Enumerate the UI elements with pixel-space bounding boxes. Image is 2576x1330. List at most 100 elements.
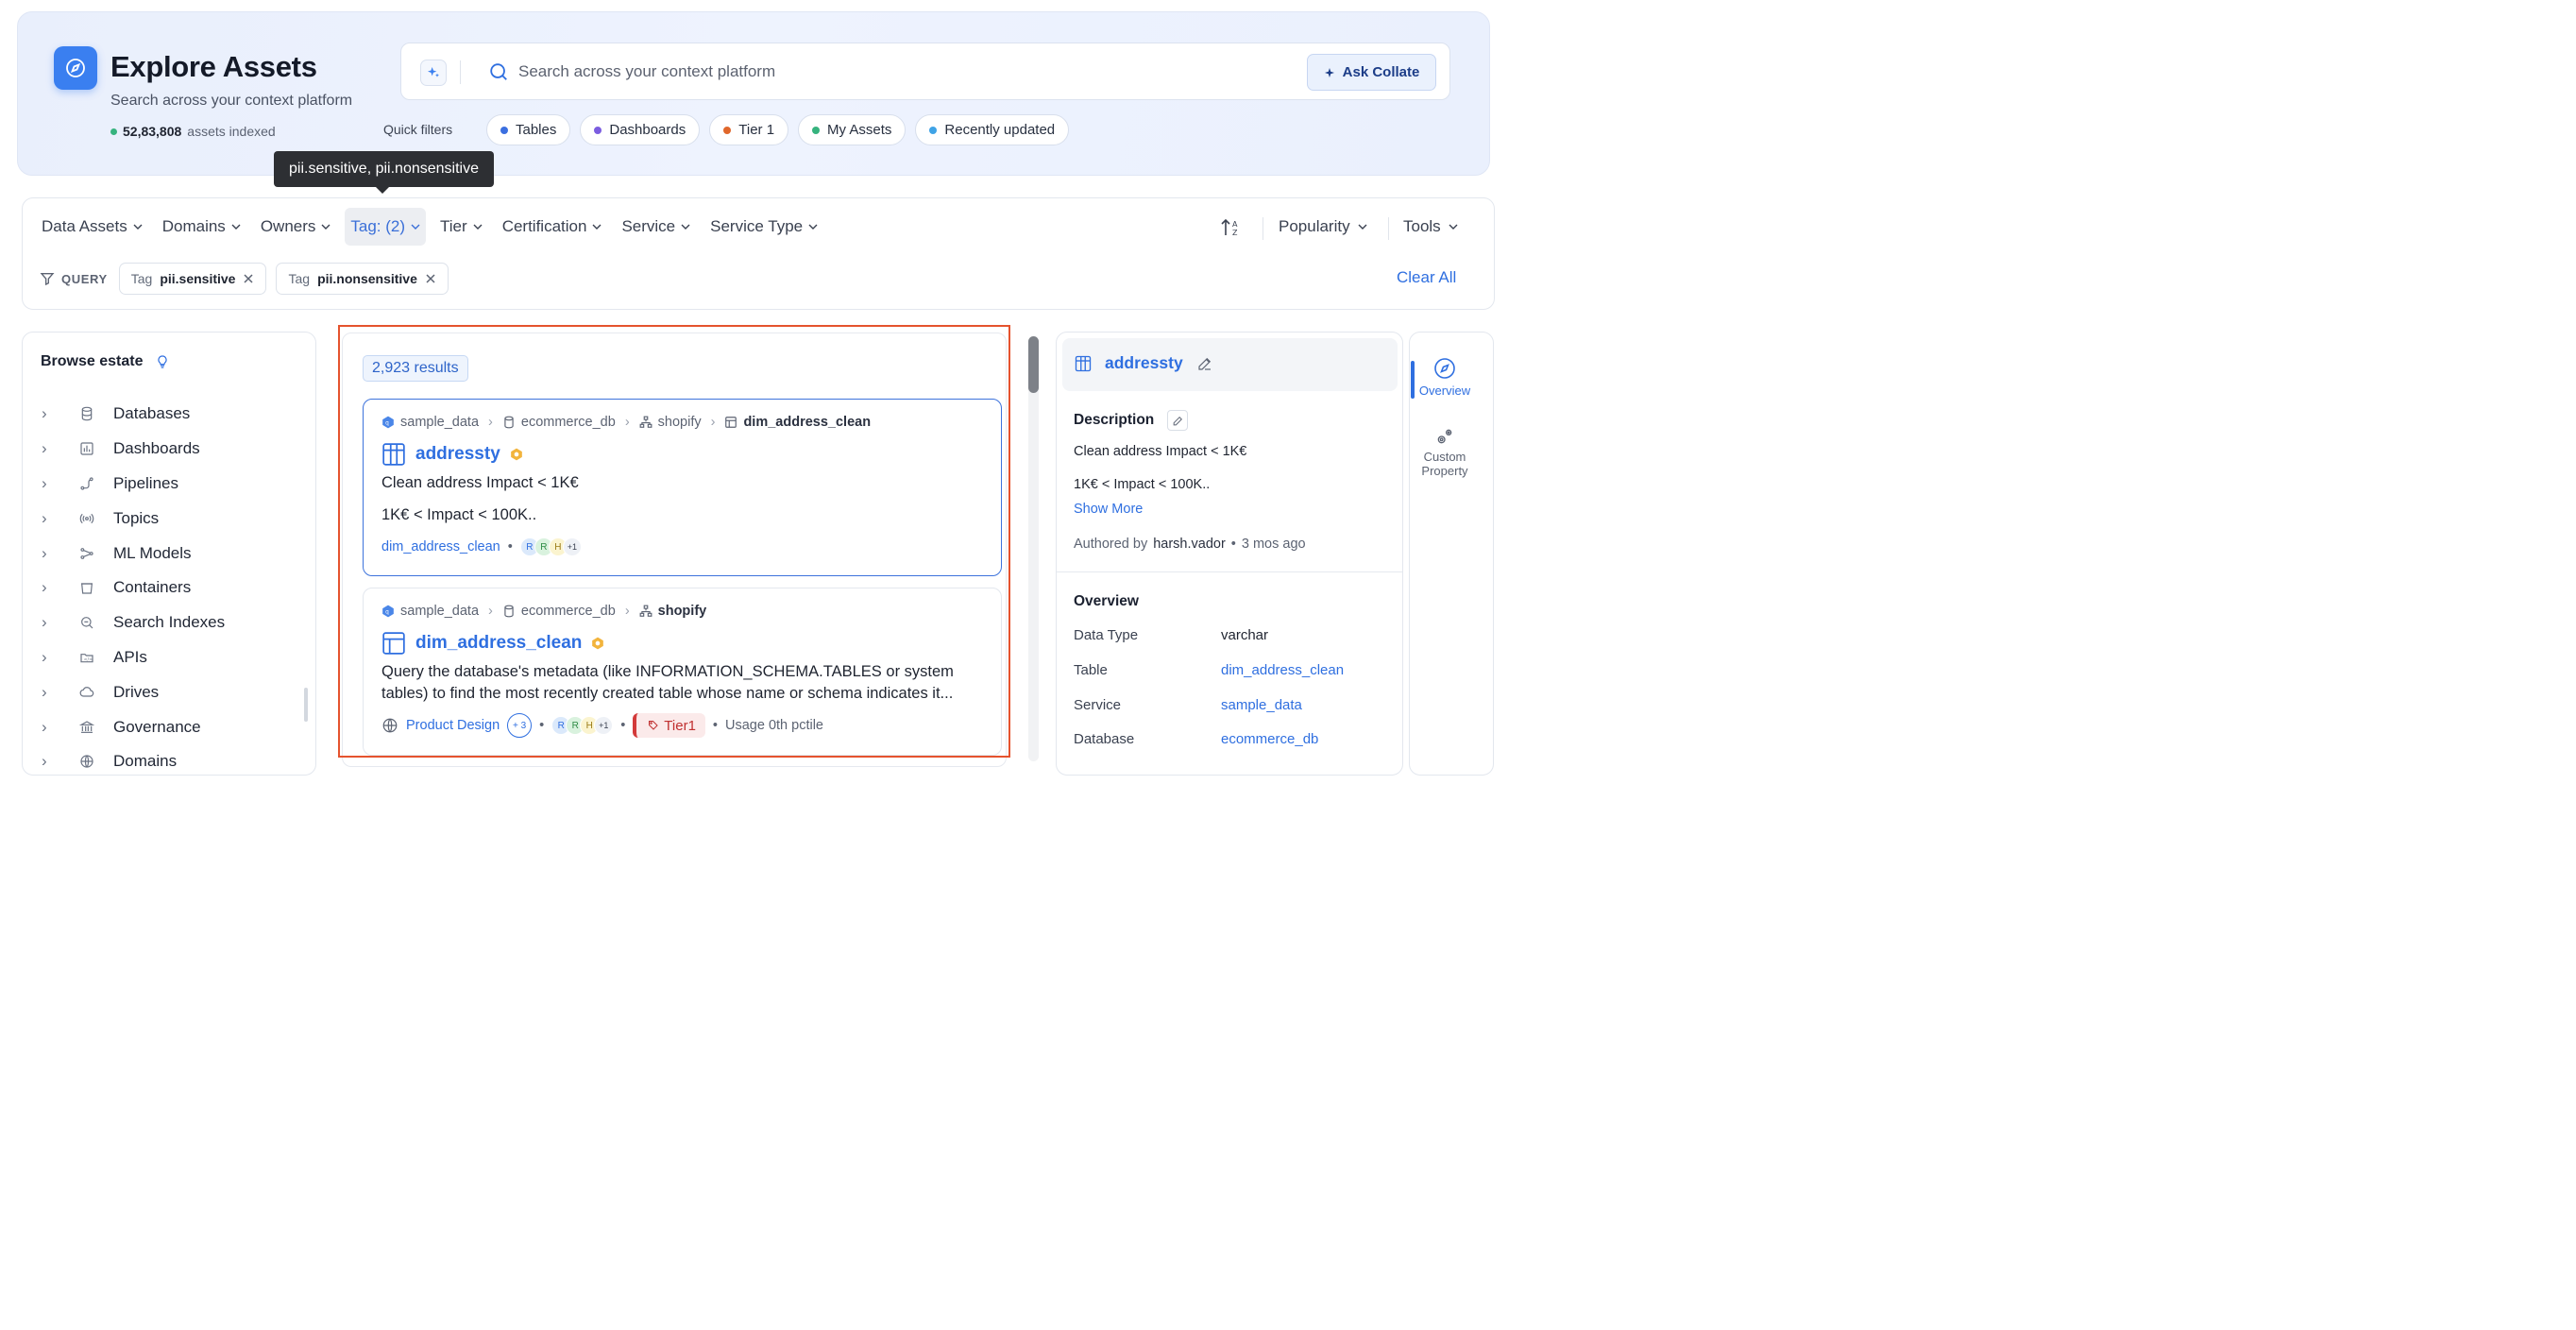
- column-icon: [382, 443, 405, 466]
- property-value[interactable]: sample_data: [1221, 697, 1302, 713]
- quick-filter-my-assets[interactable]: My Assets: [798, 114, 907, 145]
- crumb[interactable]: shopify: [658, 604, 707, 619]
- filter-data-assets[interactable]: Data Assets: [36, 208, 148, 246]
- tier-badge[interactable]: Tier1: [633, 713, 705, 738]
- show-more-link[interactable]: Show More: [1074, 502, 1143, 517]
- tree-item-topics[interactable]: › Topics: [42, 501, 225, 536]
- domain-link[interactable]: Product Design: [406, 718, 500, 733]
- chevron-right-icon[interactable]: ›: [42, 648, 60, 667]
- details-title-text[interactable]: addressty: [1105, 353, 1183, 373]
- tree-item-governance[interactable]: › Governance: [42, 709, 225, 744]
- owner-avatars[interactable]: R R H +1: [519, 537, 582, 556]
- tree-item-databases[interactable]: › Databases: [42, 397, 225, 432]
- tree-label: Dashboards: [113, 439, 200, 458]
- quick-filters-label: Quick filters: [383, 122, 453, 137]
- chevron-right-icon[interactable]: ›: [42, 613, 60, 632]
- tier-label: Tier1: [664, 717, 696, 734]
- property-value[interactable]: dim_address_clean: [1221, 662, 1344, 678]
- clear-all-link[interactable]: Clear All: [1397, 268, 1456, 287]
- result-card[interactable]: q sample_data › ecommerce_db › shopify ›…: [363, 399, 1002, 576]
- tree-label: Search Indexes: [113, 613, 226, 632]
- property-key: Service: [1074, 697, 1122, 713]
- chevron-right-icon[interactable]: ›: [42, 683, 60, 702]
- crumb[interactable]: dim_address_clean: [743, 415, 871, 430]
- filter-tier[interactable]: Tier: [434, 208, 488, 246]
- property-key: Data Type: [1074, 627, 1139, 643]
- chevron-right-icon[interactable]: ›: [42, 578, 60, 597]
- scrollbar-thumb[interactable]: [1028, 336, 1039, 393]
- quick-filter-recently-updated[interactable]: Recently updated: [915, 114, 1070, 145]
- sort-dropdown[interactable]: Popularity: [1279, 208, 1367, 246]
- crumb[interactable]: ecommerce_db: [521, 604, 616, 619]
- crumb[interactable]: shopify: [658, 415, 702, 430]
- rail-tab-overview[interactable]: Overview: [1409, 357, 1481, 398]
- chevron-right-icon[interactable]: ›: [42, 509, 60, 528]
- card-title-text[interactable]: addressty: [415, 444, 500, 465]
- edit-icon: [1173, 416, 1182, 425]
- quick-filter-tier1[interactable]: Tier 1: [709, 114, 789, 145]
- chevron-right-icon[interactable]: ›: [42, 752, 60, 771]
- divider: [1388, 217, 1389, 240]
- tree-item-domains[interactable]: › Domains: [42, 744, 225, 779]
- filter-certification[interactable]: Certification: [497, 208, 608, 246]
- tree-item-drives[interactable]: › Drives: [42, 674, 225, 709]
- filter-domains[interactable]: Domains: [157, 208, 246, 246]
- chip-label: My Assets: [827, 122, 892, 138]
- card-title[interactable]: addressty: [381, 442, 523, 467]
- rail-tab-custom-property[interactable]: Custom Property: [1409, 427, 1481, 478]
- property-value[interactable]: ecommerce_db: [1221, 731, 1318, 747]
- tree-item-ml-models[interactable]: › ML Models: [42, 536, 225, 571]
- close-icon[interactable]: [425, 273, 436, 284]
- filter-owners[interactable]: Owners: [255, 208, 337, 246]
- bullet: •: [620, 718, 626, 733]
- chip-value: pii.sensitive: [160, 271, 236, 286]
- tools-dropdown[interactable]: Tools: [1403, 208, 1458, 246]
- filter-service[interactable]: Service: [616, 208, 696, 246]
- domain-more[interactable]: + 3: [507, 713, 533, 738]
- owner-avatars[interactable]: R R H +1: [551, 716, 614, 735]
- tree-item-dashboards[interactable]: › Dashboards: [42, 432, 225, 467]
- chevron-right-icon[interactable]: ›: [42, 439, 60, 458]
- svg-text:Z: Z: [1232, 229, 1238, 237]
- chevron-right-icon[interactable]: ›: [42, 474, 60, 493]
- close-icon[interactable]: [243, 273, 254, 284]
- tree-item-pipelines[interactable]: › Pipelines: [42, 467, 225, 502]
- card-title-text[interactable]: dim_address_clean: [415, 633, 582, 654]
- crumb[interactable]: sample_data: [400, 415, 479, 430]
- parent-link[interactable]: dim_address_clean: [381, 539, 500, 554]
- edit-icon[interactable]: [1196, 355, 1213, 372]
- chevron-right-icon[interactable]: ›: [42, 404, 60, 423]
- ai-sparkle-button[interactable]: [420, 60, 447, 86]
- tag-icon: [649, 721, 659, 730]
- search-input[interactable]: [518, 57, 1293, 87]
- chevron-right-icon[interactable]: ›: [42, 544, 60, 563]
- tree-item-apis[interactable]: › </> APIs: [42, 640, 225, 675]
- scrollbar[interactable]: [304, 688, 308, 722]
- avatar-more[interactable]: +1: [594, 716, 614, 735]
- card-footer: dim_address_clean • R R H +1: [381, 537, 582, 556]
- scrollbar-track[interactable]: [1028, 336, 1039, 761]
- lightbulb-icon[interactable]: [155, 353, 170, 370]
- quick-filter-tables[interactable]: Tables: [486, 114, 571, 145]
- query-chip-tag[interactable]: Tag pii.sensitive: [118, 263, 267, 295]
- author-name[interactable]: harsh.vador: [1153, 537, 1226, 552]
- quick-filter-dashboards[interactable]: Dashboards: [580, 114, 701, 145]
- filter-tag[interactable]: Tag: (2): [345, 208, 427, 246]
- filter-service-type[interactable]: Service Type: [704, 208, 823, 246]
- card-title[interactable]: dim_address_clean: [381, 631, 604, 656]
- avatar-more[interactable]: +1: [562, 537, 582, 556]
- chip-label: Recently updated: [944, 122, 1056, 138]
- edit-description-button[interactable]: [1167, 410, 1189, 431]
- query-label: QUERY: [40, 271, 108, 286]
- result-card[interactable]: q sample_data › ecommerce_db › shopify d…: [363, 588, 1002, 756]
- crumb[interactable]: sample_data: [400, 604, 479, 619]
- crumb[interactable]: ecommerce_db: [521, 415, 616, 430]
- ask-collate-button[interactable]: Ask Collate: [1307, 54, 1436, 91]
- tree-item-containers[interactable]: › Containers: [42, 571, 225, 605]
- chip-label: Tables: [516, 122, 557, 138]
- query-chip-tag[interactable]: Tag pii.nonsensitive: [276, 263, 449, 295]
- chevron-right-icon[interactable]: ›: [42, 718, 60, 737]
- tree-item-search-indexes[interactable]: › Search Indexes: [42, 605, 225, 640]
- container-icon: [72, 580, 102, 595]
- sort-az-icon[interactable]: AZ: [1220, 217, 1243, 243]
